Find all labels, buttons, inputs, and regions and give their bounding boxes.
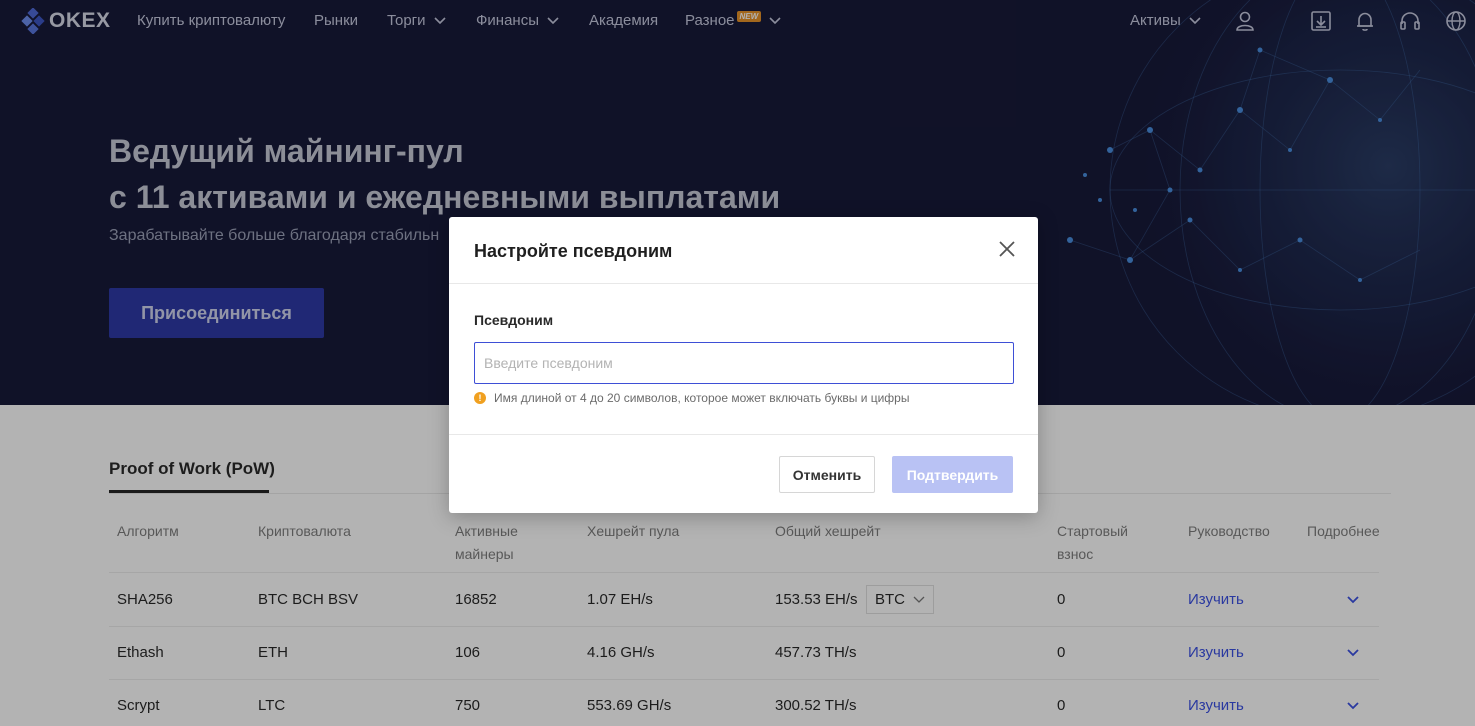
cell-algo: SHA256 <box>117 591 173 608</box>
col-header-algorithm: Алгоритм <box>117 523 179 539</box>
close-icon[interactable] <box>997 239 1017 259</box>
col-header-pool-hashrate: Хешрейт пула <box>587 523 680 539</box>
col-header-details: Подробнее <box>1307 523 1380 539</box>
nickname-hint-text: Имя длиной от 4 до 20 символов, которое … <box>494 391 910 405</box>
col-header-currency: Криптовалюта <box>258 523 351 539</box>
cell-fee: 0 <box>1057 644 1066 661</box>
modal-footer-divider <box>449 434 1038 435</box>
cell-coins: ETH <box>258 644 288 661</box>
row-divider <box>109 679 1379 680</box>
cell-pool-hashrate: 4.16 GH/s <box>587 644 655 661</box>
col-header-active-miners: Активные майнеры <box>455 523 518 562</box>
cell-miners: 106 <box>455 644 481 661</box>
col-header-start-fee: Стартовый взнос <box>1057 523 1128 562</box>
expand-chevron-icon[interactable] <box>1346 701 1360 711</box>
guide-link[interactable]: Изучить <box>1188 644 1244 661</box>
cell-coins: LTC <box>258 697 286 714</box>
cell-algo: Scrypt <box>117 697 160 714</box>
guide-link[interactable]: Изучить <box>1188 591 1244 608</box>
modal-title: Настройте псевдоним <box>474 241 673 261</box>
cell-miners: 750 <box>455 697 481 714</box>
row-divider <box>109 626 1379 627</box>
coin-select-value: BTC <box>875 591 905 608</box>
warning-icon: ! <box>474 392 486 404</box>
col-header-guide: Руководство <box>1188 523 1270 539</box>
cell-fee: 0 <box>1057 591 1066 608</box>
cancel-button[interactable]: Отменить <box>779 456 875 493</box>
chevron-down-icon <box>913 596 925 603</box>
tab-pow[interactable]: Proof of Work (PoW) <box>109 459 275 479</box>
cell-total-hashrate: 457.73 TH/s <box>775 644 857 661</box>
cell-total-hashrate: 300.52 TH/s <box>775 697 857 714</box>
expand-chevron-icon[interactable] <box>1346 648 1360 658</box>
nickname-label: Псевдоним <box>474 312 554 328</box>
coin-select-dropdown[interactable]: BTC <box>866 585 934 614</box>
cell-coins: BTC BCH BSV <box>258 591 359 608</box>
nickname-hint: ! Имя длиной от 4 до 20 символов, которо… <box>474 391 909 405</box>
cell-algo: Ethash <box>117 644 164 661</box>
col-header-total-hashrate: Общий хешрейт <box>775 523 881 539</box>
expand-chevron-icon[interactable] <box>1346 595 1360 605</box>
cell-fee: 0 <box>1057 697 1066 714</box>
cell-pool-hashrate: 553.69 GH/s <box>587 697 672 714</box>
confirm-button[interactable]: Подтвердить <box>892 456 1013 493</box>
nickname-modal: Настройте псевдоним Псевдоним ! Имя длин… <box>449 217 1038 513</box>
guide-link[interactable]: Изучить <box>1188 697 1244 714</box>
cell-miners: 16852 <box>455 591 497 608</box>
row-divider <box>109 572 1379 573</box>
modal-header-divider <box>449 283 1038 284</box>
cell-total-hashrate: 153.53 EH/s <box>775 591 858 608</box>
nickname-input[interactable] <box>474 342 1014 384</box>
cell-pool-hashrate: 1.07 EH/s <box>587 591 653 608</box>
